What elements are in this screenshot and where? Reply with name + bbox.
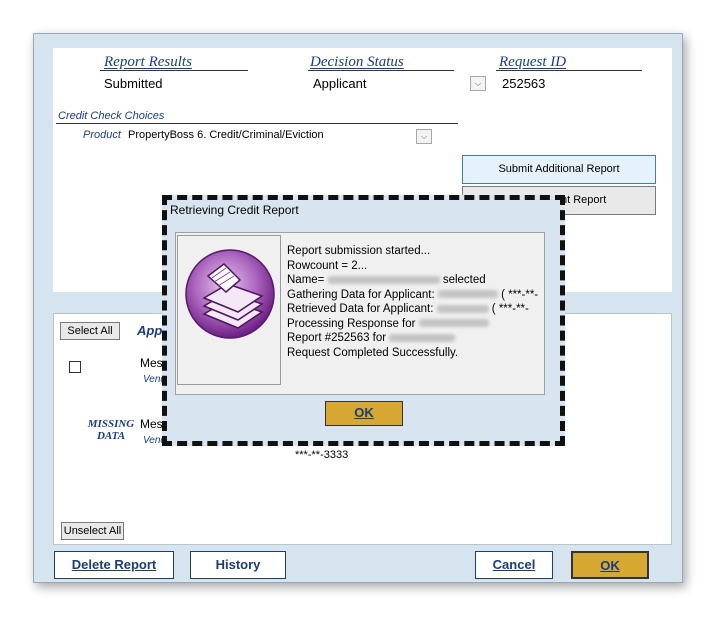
dialog-log: Report submission started... Rowcount = … [287, 244, 538, 360]
printer-report-icon [185, 249, 275, 339]
log-line-3: Name= selected [287, 273, 538, 288]
report-results-value: Submitted [104, 76, 163, 91]
redacted-applicant [437, 290, 498, 299]
product-dropdown-chevron-icon[interactable]: ⌵ [416, 129, 432, 144]
log-line-5-suffix: ( ***-**- [491, 303, 529, 315]
redacted-name [327, 275, 440, 284]
product-select[interactable]: PropertyBoss 6. Credit/Criminal/Eviction [128, 129, 324, 141]
dialog-icon-frame [177, 235, 281, 385]
log-line-7-prefix: Report #252563 for [287, 332, 387, 344]
redacted-report-name [389, 333, 456, 342]
decision-status-value[interactable]: Applicant [313, 76, 366, 91]
log-line-4-prefix: Gathering Data for Applicant: [287, 288, 435, 301]
log-line-4-suffix: ( ***-**- [501, 288, 539, 301]
log-line-5-prefix: Retrieved Data for Applicant: [287, 303, 434, 315]
log-line-6: Processing Response for [287, 317, 538, 332]
log-line-8: Request Completed Successfully. [287, 346, 459, 359]
log-line-3-suffix: selected [442, 274, 486, 286]
missing-data-line-1: MISSING [87, 418, 135, 430]
unselect-all-button[interactable]: Unselect All [61, 522, 124, 540]
request-id-divider [496, 70, 642, 71]
log-line-3-prefix: Name= [287, 274, 325, 286]
applicant-row-2-message: Mes [140, 417, 163, 431]
applicant-row-checkbox[interactable] [69, 361, 81, 373]
applicant-row-message: Mes [140, 356, 163, 370]
delete-report-button[interactable]: Delete Report [54, 551, 174, 579]
log-line-5: Retrieved Data for Applicant: ( ***-**- [287, 302, 538, 317]
report-results-divider [100, 70, 248, 71]
decision-status-divider [308, 70, 454, 71]
missing-data-label: MISSING DATA [85, 418, 137, 442]
credit-check-choices-label: Credit Check Choices [58, 110, 165, 122]
redacted-response-name [418, 319, 489, 328]
submit-additional-report-button[interactable]: Submit Additional Report [462, 155, 656, 184]
credit-check-divider [56, 123, 458, 124]
dialog-ok-button[interactable]: OK [325, 401, 403, 426]
applicant-heading: App [137, 323, 163, 338]
decision-status-label: Decision Status [310, 54, 404, 70]
applicant-ssn: ***-**-3333 [295, 449, 349, 461]
request-id-value: 252563 [502, 76, 546, 91]
log-line-1: Report submission started... [287, 245, 431, 257]
log-line-2: Rowcount = 2... [287, 259, 368, 272]
ok-button[interactable]: OK [571, 551, 649, 579]
report-results-label: Report Results [104, 54, 192, 70]
decision-status-dropdown-chevron-icon[interactable]: ⌵ [470, 76, 486, 91]
dialog-title: Retrieving Credit Report [170, 203, 299, 217]
log-line-4: Gathering Data for Applicant: ( ***-**- [287, 288, 538, 303]
log-line-7: Report #252563 for [287, 331, 538, 346]
request-id-label: Request ID [499, 54, 567, 70]
cancel-button[interactable]: Cancel [475, 551, 553, 579]
product-label: Product [83, 129, 121, 141]
missing-data-line-2: DATA [96, 430, 126, 442]
select-all-button[interactable]: Select All [60, 322, 120, 340]
redacted-applicant-2 [436, 304, 489, 313]
history-button[interactable]: History [190, 551, 286, 579]
log-line-6-prefix: Processing Response for [287, 317, 416, 330]
